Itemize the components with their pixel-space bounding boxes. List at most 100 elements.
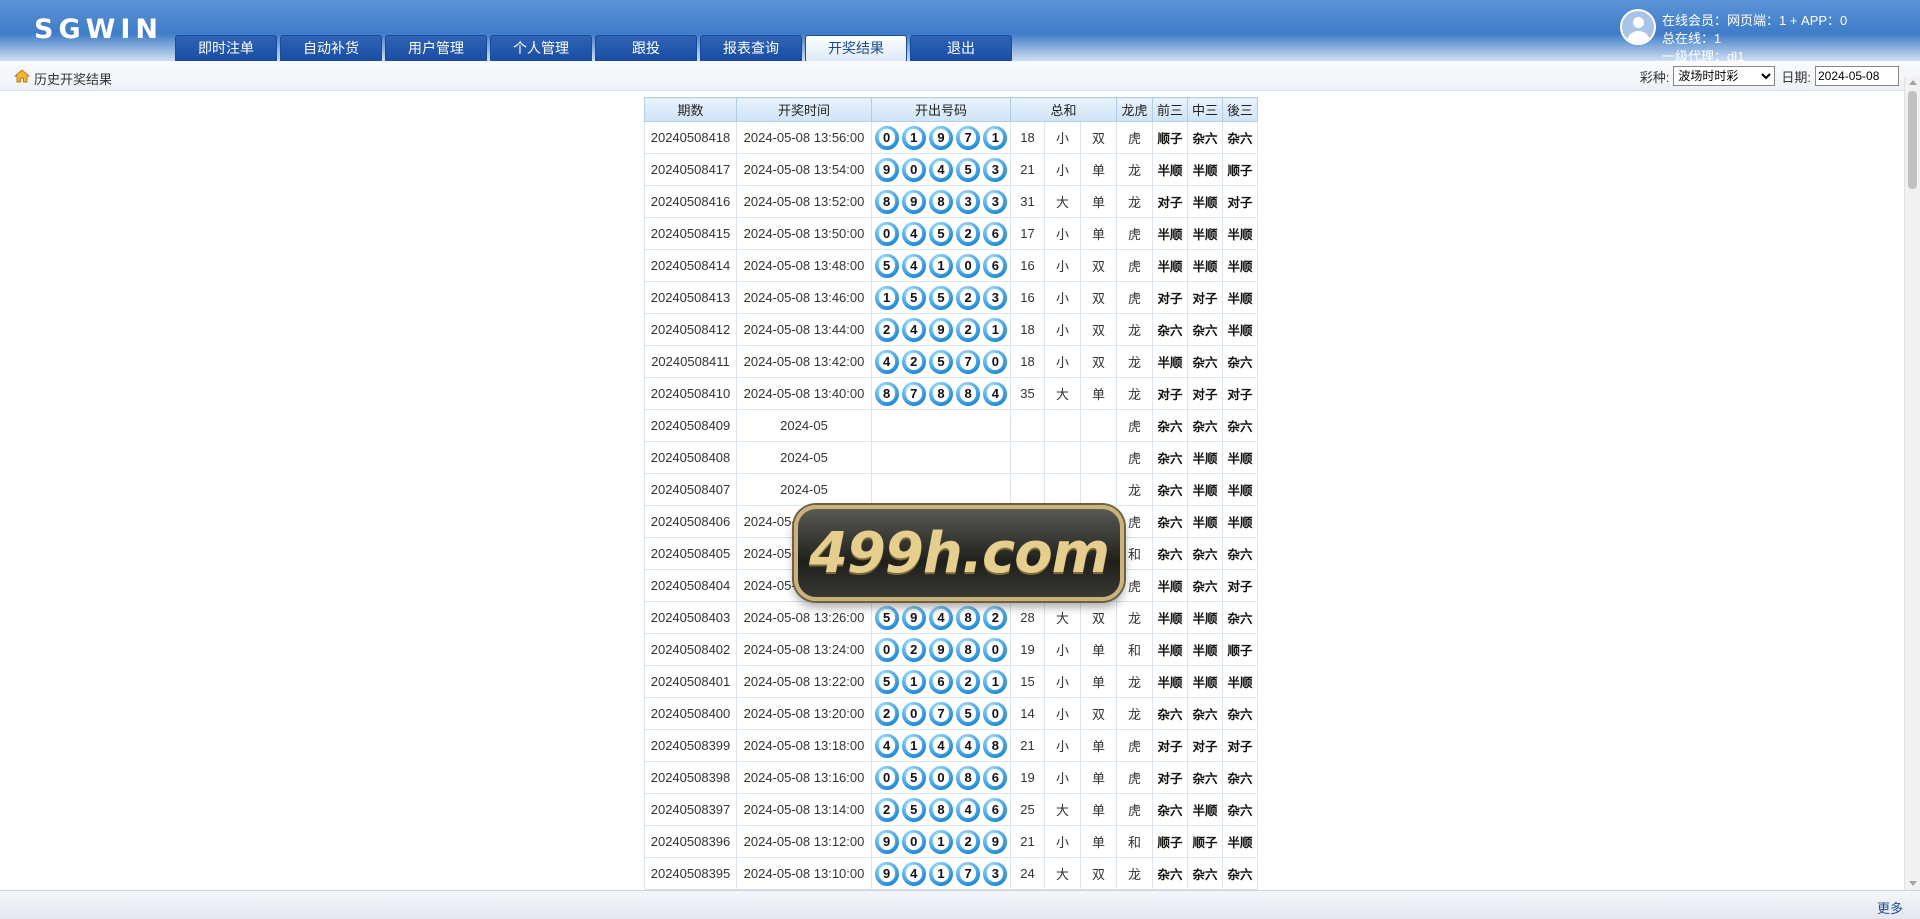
number-ball: 7 — [956, 125, 981, 150]
number-ball: 3 — [983, 861, 1008, 886]
table-row: 20240508407 2024-05 龙杂六 半顺 半顺 — [644, 473, 1258, 506]
number-ball: 1 — [901, 669, 926, 694]
dragon-tiger-cell: 和 — [1116, 825, 1153, 858]
number-ball: 1 — [983, 669, 1008, 694]
ball-number: 4 — [987, 385, 1004, 402]
ball-number: 1 — [878, 289, 895, 306]
ball-number: 4 — [932, 609, 949, 626]
table-row: 20240508414 2024-05-08 13:48:00 5 4 1 0 6 16 小双虎… — [644, 249, 1258, 282]
big-small-cell — [1044, 409, 1081, 442]
issue-cell: 20240508408 — [644, 441, 737, 474]
nav-tab-reports[interactable]: 报表查询 — [700, 35, 802, 61]
ball-number: 8 — [987, 737, 1004, 754]
issue-cell: 20240508416 — [644, 185, 737, 218]
sum-cell: 21 — [1010, 825, 1045, 858]
scroll-down-arrow-icon[interactable] — [1909, 881, 1917, 886]
ball-number: 2 — [960, 673, 977, 690]
ball-number: 0 — [878, 129, 895, 146]
big-small-cell: 小 — [1044, 665, 1081, 698]
dragon-tiger-cell: 龙 — [1116, 313, 1153, 346]
big-small-cell: 小 — [1044, 153, 1081, 186]
ball-number: 7 — [932, 705, 949, 722]
dragon-tiger-cell: 龙 — [1116, 697, 1153, 730]
sum-cell — [1010, 441, 1045, 474]
table-row: 20240508399 2024-05-08 13:18:00 4 1 4 4 8 21 小单虎… — [644, 729, 1258, 762]
scroll-up-arrow-icon[interactable] — [1909, 80, 1917, 85]
sum-cell: 19 — [1010, 633, 1045, 666]
middle-three-cell: 半顺 — [1187, 665, 1223, 698]
front-three-cell: 对子 — [1152, 377, 1188, 410]
sum-cell: 17 — [1010, 217, 1045, 250]
nav-tab-draw-results[interactable]: 开奖结果 — [805, 35, 907, 61]
time-cell: 2024-05 — [736, 473, 872, 506]
number-ball: 8 — [928, 381, 953, 406]
table-row: 20240508398 2024-05-08 13:16:00 0 5 0 8 6 19 小单虎… — [644, 761, 1258, 794]
table-row: 20240508396 2024-05-08 13:12:00 9 0 1 2 9 21 小单和… — [644, 825, 1258, 858]
ball-number: 9 — [878, 865, 895, 882]
number-ball: 5 — [928, 285, 953, 310]
ball-number: 5 — [905, 801, 922, 818]
middle-three-cell: 杂六 — [1187, 345, 1223, 378]
number-ball: 9 — [983, 829, 1008, 854]
number-ball: 6 — [983, 221, 1008, 246]
number-ball: 5 — [928, 221, 953, 246]
number-ball: 2 — [874, 317, 899, 342]
table-row: 20240508397 2024-05-08 13:14:00 2 5 8 4 6 25 大单虎… — [644, 793, 1258, 826]
issue-cell: 20240508405 — [644, 537, 737, 570]
nav-tab-follow-bet[interactable]: 跟投 — [595, 35, 697, 61]
number-ball: 2 — [874, 797, 899, 822]
ball-number: 0 — [905, 705, 922, 722]
time-cell: 2024-05 — [736, 441, 872, 474]
ball-number: 8 — [878, 385, 895, 402]
ball-number: 7 — [905, 385, 922, 402]
front-three-cell: 顺子 — [1152, 121, 1188, 154]
lottery-select[interactable]: 波场时时彩 — [1673, 66, 1776, 86]
front-three-cell: 杂六 — [1152, 473, 1188, 506]
sum-cell: 16 — [1010, 281, 1045, 314]
balls-cell: 59482 — [871, 601, 1011, 634]
ball-number: 1 — [932, 257, 949, 274]
ball-number: 8 — [878, 193, 895, 210]
time-cell: 2024-05-08 13:22:00 — [736, 665, 872, 698]
issue-cell: 20240508409 — [644, 409, 737, 442]
big-small-cell: 大 — [1044, 793, 1081, 826]
content-area: 期数 开奖时间 开出号码 总和 龙虎 前三 中三 後三 20240508418 2… — [0, 92, 1904, 890]
nav-tab-user-management[interactable]: 用户管理 — [385, 35, 487, 61]
nav-tab-auto-replenish[interactable]: 自动补货 — [280, 35, 382, 61]
ball-number: 2 — [960, 833, 977, 850]
back-three-cell: 杂六 — [1222, 697, 1258, 730]
nav-tab-personal-management[interactable]: 个人管理 — [490, 35, 592, 61]
big-small-cell: 小 — [1044, 121, 1081, 154]
middle-three-cell: 杂六 — [1187, 121, 1223, 154]
back-three-cell: 杂六 — [1222, 601, 1258, 634]
dragon-tiger-cell: 虎 — [1116, 249, 1153, 282]
nav-tab-instant-orders[interactable]: 即时注单 — [175, 35, 277, 61]
sum-cell: 15 — [1010, 665, 1045, 698]
back-three-cell: 对子 — [1222, 729, 1258, 762]
issue-cell: 20240508412 — [644, 313, 737, 346]
big-small-cell — [1044, 473, 1081, 506]
odd-even-cell: 单 — [1080, 377, 1117, 410]
front-three-cell: 半顺 — [1152, 569, 1188, 602]
scroll-thumb[interactable] — [1908, 91, 1917, 189]
time-cell: 2024-05-08 13:54:00 — [736, 153, 872, 186]
results-table: 期数 开奖时间 开出号码 总和 龙虎 前三 中三 後三 20240508418 2… — [644, 97, 1258, 890]
issue-cell: 20240508413 — [644, 281, 737, 314]
number-ball: 9 — [874, 157, 899, 182]
vertical-scrollbar[interactable] — [1904, 77, 1920, 890]
sum-cell: 24 — [1010, 857, 1045, 890]
front-three-cell: 半顺 — [1152, 249, 1188, 282]
table-row: 20240508415 2024-05-08 13:50:00 0 4 5 2 6 17 小单虎… — [644, 217, 1258, 250]
ball-number: 5 — [932, 353, 949, 370]
back-three-cell: 半顺 — [1222, 825, 1258, 858]
number-ball: 8 — [956, 605, 981, 630]
front-three-cell: 杂六 — [1152, 409, 1188, 442]
more-link[interactable]: 更多 — [1877, 898, 1903, 917]
watermark-text: 499h.com — [808, 520, 1110, 586]
header-time: 开奖时间 — [736, 97, 872, 122]
ball-number: 1 — [932, 833, 949, 850]
issue-cell: 20240508399 — [644, 729, 737, 762]
date-input[interactable] — [1815, 66, 1899, 86]
front-three-cell: 半顺 — [1152, 153, 1188, 186]
nav-tab-logout[interactable]: 退出 — [910, 35, 1012, 61]
